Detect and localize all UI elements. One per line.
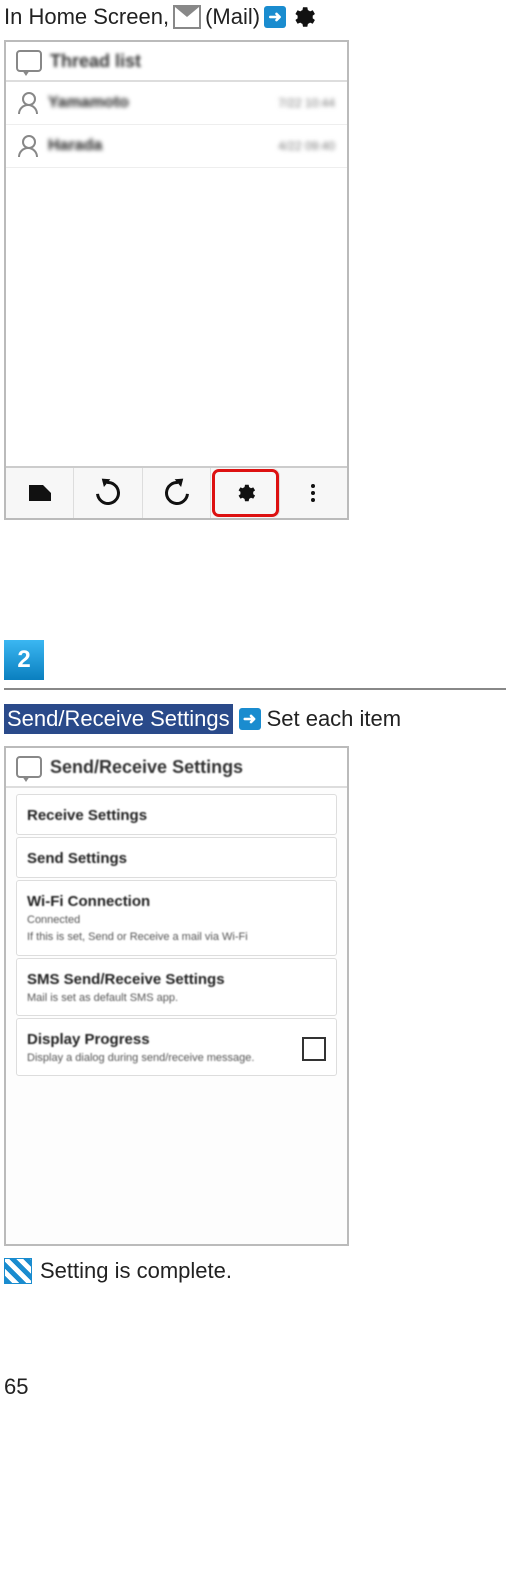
back-icon xyxy=(160,476,194,510)
back-button[interactable] xyxy=(143,468,211,518)
finish-flag-icon xyxy=(4,1258,32,1284)
setting-wifi-connection[interactable]: Wi-Fi Connection Connected If this is se… xyxy=(16,880,337,956)
screenshot-send-receive-settings: Send/Receive Settings Receive Settings S… xyxy=(4,746,349,1246)
compose-icon xyxy=(29,485,51,501)
step2-highlight-label: Send/Receive Settings xyxy=(4,704,233,734)
screenshot1-toolbar xyxy=(6,466,347,518)
thread-name: Harada xyxy=(48,137,268,155)
setting-title: SMS Send/Receive Settings xyxy=(27,971,326,988)
setting-send[interactable]: Send Settings xyxy=(16,837,337,878)
thread-list: Yamamoto 7/22 10:44 Harada 4/22 09:40 xyxy=(6,82,347,466)
setting-receive[interactable]: Receive Settings xyxy=(16,794,337,835)
contact-icon xyxy=(18,135,38,157)
screenshot-mail-threads: Thread list Yamamoto 7/22 10:44 Harada 4… xyxy=(4,40,349,520)
completion-text: Setting is complete. xyxy=(40,1258,232,1284)
settings-header-icon xyxy=(16,756,42,778)
compose-button[interactable] xyxy=(6,468,74,518)
step2-instruction: Send/Receive Settings ➜ Set each item xyxy=(4,704,506,734)
setting-display-progress[interactable]: Display Progress Display a dialog during… xyxy=(16,1018,337,1076)
setting-sub: If this is set, Send or Receive a mail v… xyxy=(27,930,326,944)
thread-time: 7/22 10:44 xyxy=(278,96,335,110)
setting-sub: Connected xyxy=(27,913,326,927)
step1-app-label: (Mail) xyxy=(205,4,260,30)
thread-name: Yamamoto xyxy=(48,94,268,112)
display-progress-checkbox[interactable] xyxy=(302,1037,326,1061)
thread-time: 4/22 09:40 xyxy=(278,139,335,153)
gear-icon xyxy=(290,4,316,30)
arrow-icon: ➜ xyxy=(239,708,261,730)
screenshot2-header: Send/Receive Settings xyxy=(6,748,347,788)
completion-line: Setting is complete. xyxy=(4,1258,506,1284)
settings-button-highlighted[interactable] xyxy=(211,468,279,518)
menu-dots-icon xyxy=(311,484,315,502)
step-divider xyxy=(4,688,506,690)
screenshot2-title: Send/Receive Settings xyxy=(50,757,243,778)
setting-sms[interactable]: SMS Send/Receive Settings Mail is set as… xyxy=(16,958,337,1016)
mail-app-icon xyxy=(173,5,201,29)
thread-icon xyxy=(16,50,42,72)
step1-instruction: In Home Screen, (Mail) ➜ xyxy=(4,4,506,30)
refresh-icon xyxy=(91,476,125,510)
thread-row[interactable]: Yamamoto 7/22 10:44 xyxy=(6,82,347,125)
step-number-badge: 2 xyxy=(4,640,44,680)
refresh-button[interactable] xyxy=(74,468,142,518)
contact-icon xyxy=(18,92,38,114)
setting-title: Wi-Fi Connection xyxy=(27,893,326,910)
page-number: 65 xyxy=(4,1374,506,1400)
arrow-icon: ➜ xyxy=(264,6,286,28)
settings-list: Receive Settings Send Settings Wi-Fi Con… xyxy=(6,788,347,1244)
step-number: 2 xyxy=(17,646,30,674)
screenshot1-header: Thread list xyxy=(6,42,347,82)
gear-icon xyxy=(234,482,256,504)
screenshot1-title: Thread list xyxy=(50,51,141,72)
thread-row[interactable]: Harada 4/22 09:40 xyxy=(6,125,347,168)
setting-title: Receive Settings xyxy=(27,807,326,824)
step1-prefix: In Home Screen, xyxy=(4,4,169,30)
step2-tail: Set each item xyxy=(267,706,402,732)
setting-title: Display Progress xyxy=(27,1031,294,1048)
setting-title: Send Settings xyxy=(27,850,326,867)
overflow-menu-button[interactable] xyxy=(280,468,347,518)
setting-sub: Display a dialog during send/receive mes… xyxy=(27,1051,294,1065)
setting-sub: Mail is set as default SMS app. xyxy=(27,991,326,1005)
